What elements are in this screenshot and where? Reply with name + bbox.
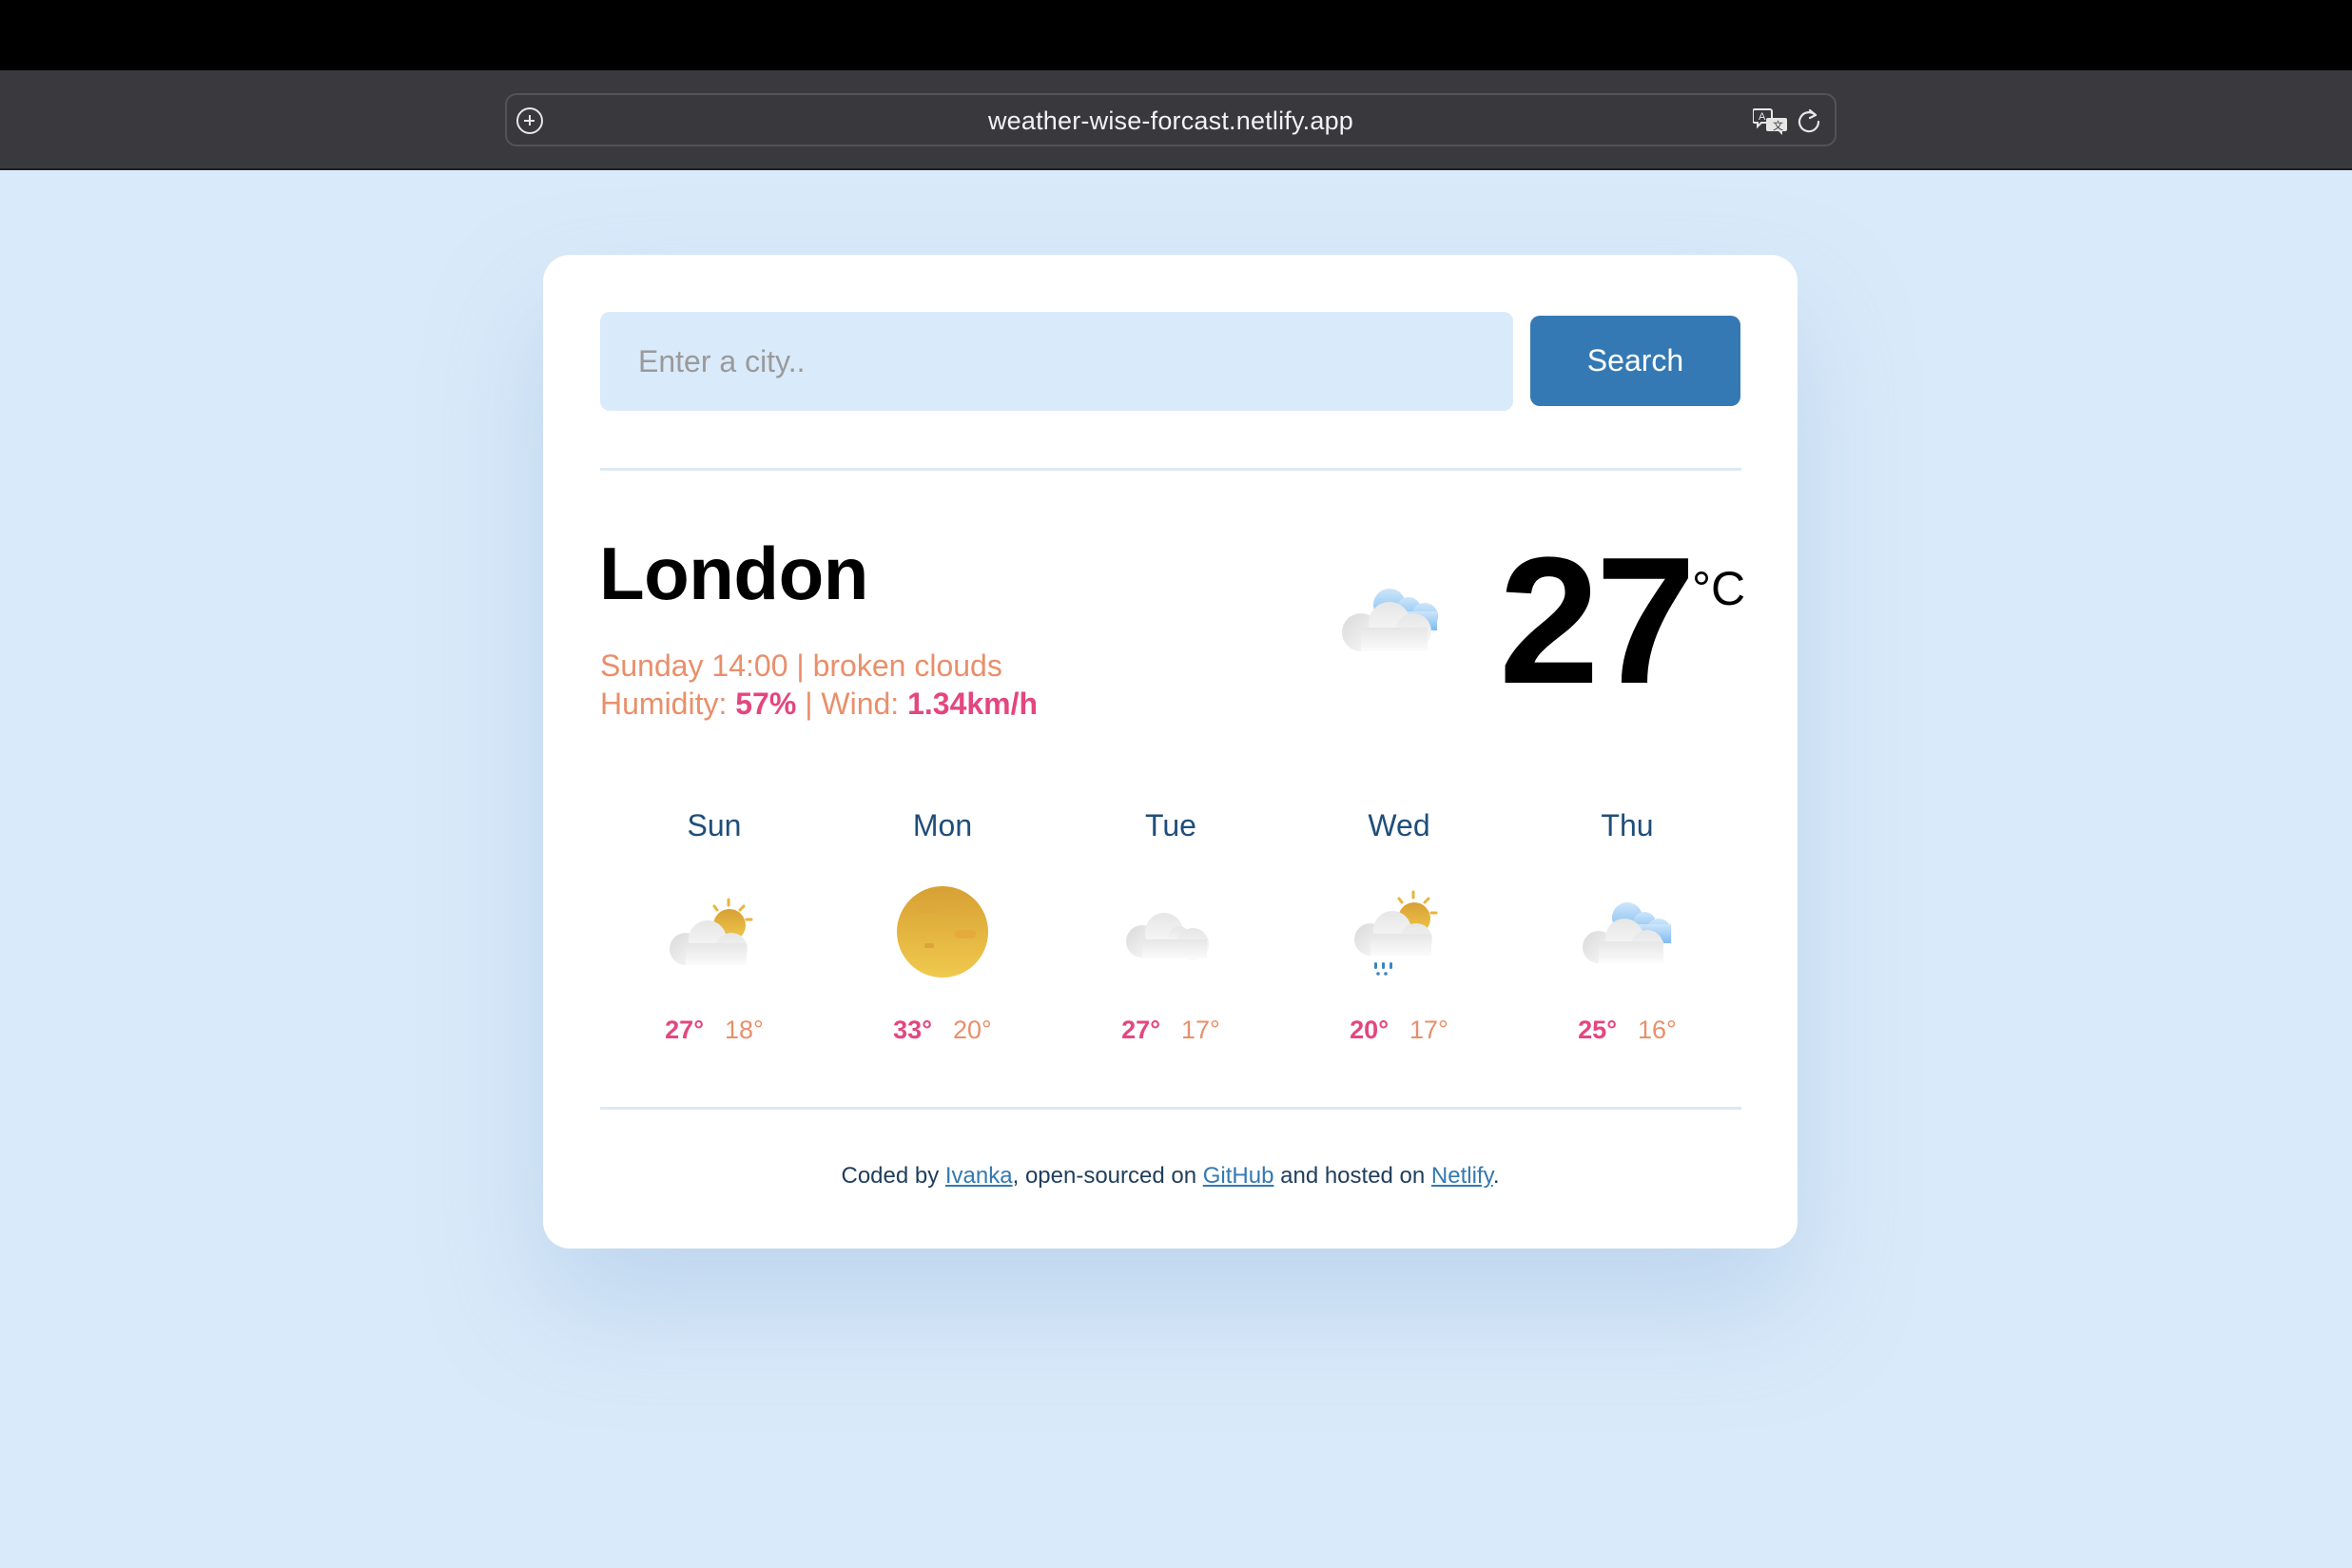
forecast-day-name: Wed <box>1368 808 1430 842</box>
forecast-max-temp: 20° <box>1350 1016 1389 1044</box>
forecast-list: Sun 27° 18° Mon 33° 20° Tue 27° 17° Wed … <box>600 808 1741 1055</box>
footer-text: and hosted on <box>1273 1163 1431 1189</box>
footer-text: Coded by <box>841 1163 945 1189</box>
divider <box>600 1107 1741 1110</box>
forecast-min-temp: 17° <box>1181 1016 1220 1044</box>
forecast-day: Sun 27° 18° <box>600 808 828 1045</box>
forecast-day-name: Tue <box>1145 808 1196 842</box>
wind-label: Wind: <box>821 687 908 721</box>
forecast-day-name: Mon <box>912 808 973 842</box>
separator: | <box>796 687 822 721</box>
forecast-temps: 27° 18° <box>600 1016 828 1045</box>
humidity-wind-line: Humidity: 57% | Wind: 1.34km/h <box>600 685 1038 723</box>
forecast-day: Mon 33° 20° <box>828 808 1057 1045</box>
city-name: London <box>599 532 868 615</box>
weather-description: broken clouds <box>812 648 1002 683</box>
date-description-line: Sunday 14:00 | broken clouds <box>600 647 1038 685</box>
forecast-max-temp: 27° <box>1121 1016 1160 1044</box>
system-top-bar <box>0 0 2352 70</box>
sun-rain-icon <box>1354 890 1438 976</box>
forecast-day-name: Thu <box>1601 808 1654 842</box>
forecast-min-temp: 20° <box>953 1016 992 1044</box>
forecast-max-temp: 27° <box>665 1016 704 1044</box>
wind-value: 1.34km/h <box>907 687 1039 721</box>
address-bar[interactable]: weather-wise-forcast.netlify.app A 文 <box>505 93 1837 146</box>
forecast-temps: 20° 17° <box>1285 1016 1513 1045</box>
weather-details: Sunday 14:00 | broken clouds Humidity: 5… <box>600 647 1038 723</box>
forecast-day: Thu 25° 16° <box>1513 808 1741 1045</box>
forecast-max-temp: 33° <box>893 1016 932 1044</box>
reload-icon[interactable] <box>1795 106 1823 135</box>
footer-text: , open-sourced on <box>1012 1163 1203 1189</box>
broken-clouds-icon <box>1583 902 1671 963</box>
separator: | <box>787 648 813 683</box>
forecast-max-temp: 25° <box>1578 1016 1617 1044</box>
search-button[interactable]: Search <box>1530 316 1740 406</box>
forecast-day-name: Sun <box>687 808 742 842</box>
divider <box>600 468 1741 471</box>
day-time: Sunday 14:00 <box>600 648 788 683</box>
humidity-label: Humidity: <box>600 687 736 721</box>
humidity-value: 57% <box>735 687 797 721</box>
forecast-min-temp: 17° <box>1409 1016 1448 1044</box>
forecast-temps: 27° 17° <box>1057 1016 1285 1045</box>
netlify-link[interactable]: Netlify <box>1431 1163 1493 1189</box>
sun-icon <box>897 886 988 978</box>
weather-card: Search London Sunday 14:00 | broken clou… <box>543 255 1798 1249</box>
forecast-temps: 25° 16° <box>1513 1016 1741 1045</box>
footer-text: . <box>1492 1163 1500 1189</box>
translate-icon[interactable]: A 文 <box>1753 106 1789 137</box>
github-link[interactable]: GitHub <box>1203 1163 1274 1189</box>
svg-text:A: A <box>1759 111 1766 123</box>
forecast-temps: 33° 20° <box>828 1016 1057 1045</box>
forecast-day: Tue 27° 17° <box>1057 808 1285 1045</box>
svg-text:文: 文 <box>1773 119 1783 132</box>
partly-cloudy-icon <box>670 898 753 965</box>
cloud-icon <box>1126 913 1209 960</box>
broken-clouds-icon <box>1342 589 1438 651</box>
browser-toolbar: weather-wise-forcast.netlify.app A 文 <box>0 70 2352 170</box>
footer-credits: Coded by Ivanka, open-sourced on GitHub … <box>543 1163 1798 1190</box>
temperature-unit[interactable]: °C <box>1692 561 1745 616</box>
author-link[interactable]: Ivanka <box>945 1163 1013 1189</box>
forecast-day: Wed 20° 17° <box>1285 808 1513 1045</box>
forecast-min-temp: 16° <box>1638 1016 1677 1044</box>
url-text[interactable]: weather-wise-forcast.netlify.app <box>507 106 1835 136</box>
city-search-input[interactable] <box>600 312 1513 411</box>
forecast-min-temp: 18° <box>725 1016 764 1044</box>
current-temperature: 27 <box>1499 520 1696 722</box>
